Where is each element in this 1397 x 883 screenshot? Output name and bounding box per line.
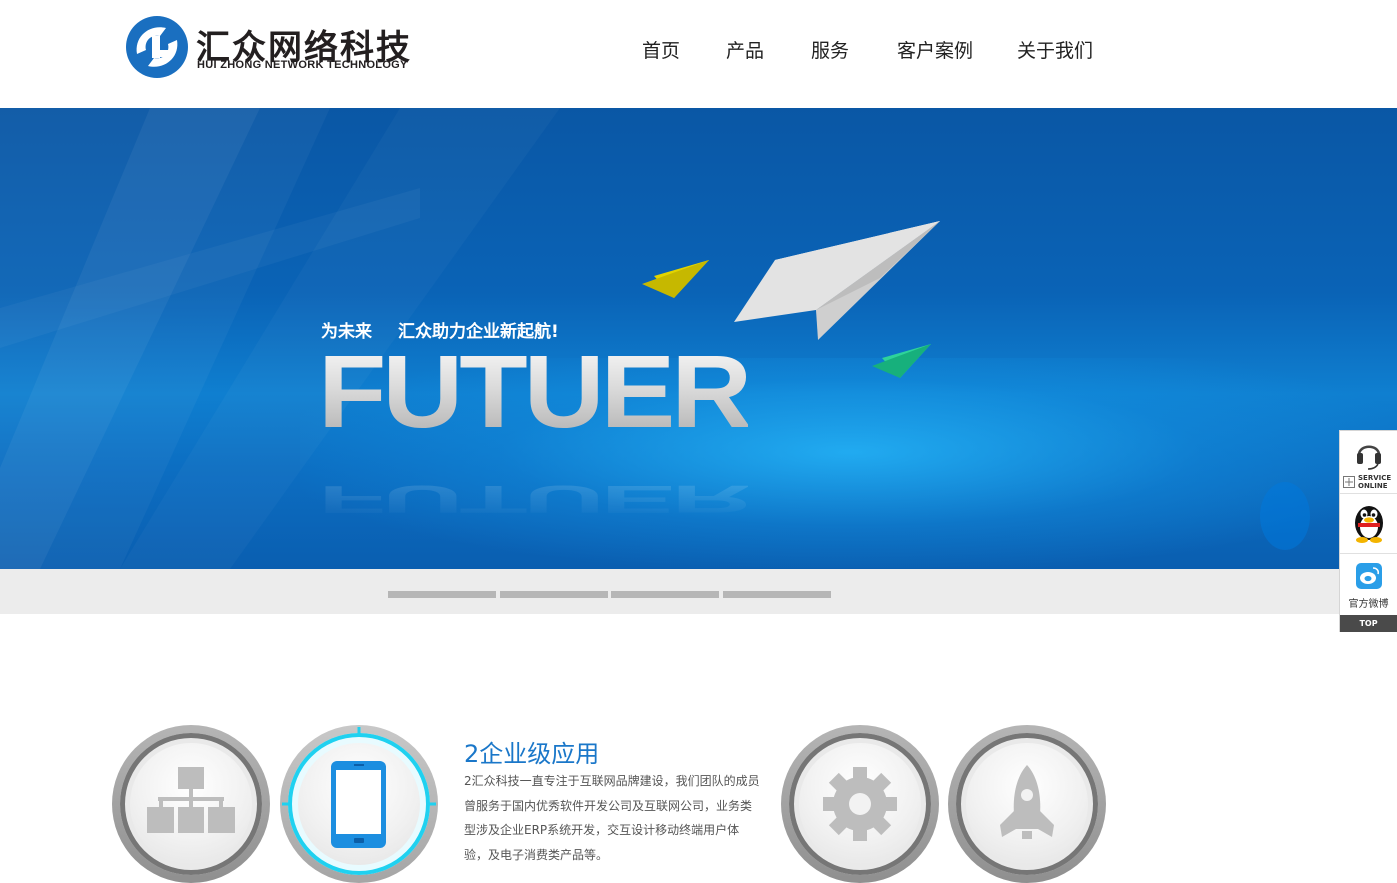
weibo-label: 官方微博 bbox=[1348, 599, 1389, 610]
sitemap-icon bbox=[147, 767, 235, 833]
nav-item-services[interactable]: 服务 bbox=[811, 36, 849, 63]
hero-banner[interactable]: 为未来汇众助力企业新起航! FUTUER FUTUER bbox=[0, 108, 1397, 569]
paper-plane-green-icon bbox=[872, 344, 931, 378]
banner-headline: FUTUER bbox=[318, 333, 752, 449]
plus-box-icon bbox=[1343, 476, 1355, 488]
feature-circle-rocket[interactable] bbox=[948, 725, 1106, 883]
feature-circle-sitemap[interactable] bbox=[112, 725, 270, 883]
paper-plane-yellow-icon bbox=[642, 260, 709, 298]
back-to-top-button[interactable]: TOP bbox=[1340, 615, 1397, 632]
weibo-icon bbox=[1356, 563, 1382, 589]
service-label-line2: ONLINE bbox=[1358, 482, 1388, 490]
feature-description: 2汇众科技一直专注于互联网品牌建设，我们团队的成员曾服务于国内优秀软件开发公司及… bbox=[464, 774, 760, 862]
slider-dot-4[interactable] bbox=[723, 591, 831, 598]
slider-pagination bbox=[0, 569, 1397, 614]
main-nav: 首页 产品 服务 客户案例 关于我们 bbox=[0, 36, 1397, 66]
weibo-button[interactable]: 官方微博 bbox=[1340, 553, 1397, 615]
nav-item-cases[interactable]: 客户案例 bbox=[897, 36, 973, 63]
nav-item-about[interactable]: 关于我们 bbox=[1017, 36, 1093, 63]
service-online-label: SERVICE ONLINE bbox=[1358, 474, 1391, 490]
feature-title: 2企业级应用 bbox=[464, 740, 600, 768]
side-float-panel: SERVICE ONLINE 官方微博 TOP bbox=[1339, 430, 1397, 632]
mobile-phone-icon bbox=[282, 727, 436, 848]
paper-plane-white-icon bbox=[734, 221, 940, 340]
site-header: 汇众网络科技 HUI ZHONG NETWORK TECHNOLOGY 首页 产… bbox=[0, 0, 1397, 108]
rocket-icon bbox=[1000, 765, 1054, 839]
slider-dot-3[interactable] bbox=[611, 591, 719, 598]
nav-item-products[interactable]: 产品 bbox=[726, 36, 764, 63]
banner-headline-reflection: FUTUER bbox=[318, 477, 749, 522]
headset-icon bbox=[1357, 445, 1381, 470]
slider-dot-2[interactable] bbox=[500, 591, 608, 598]
gear-icon bbox=[823, 767, 897, 841]
service-label-line1: SERVICE bbox=[1358, 474, 1392, 482]
feature-circle-mobile[interactable] bbox=[280, 725, 438, 883]
feature-circle-gear[interactable] bbox=[781, 725, 939, 883]
qq-penguin-icon bbox=[1355, 506, 1383, 543]
nav-item-home[interactable]: 首页 bbox=[642, 36, 680, 63]
online-service-button[interactable]: SERVICE ONLINE bbox=[1340, 431, 1397, 494]
qq-contact-button[interactable] bbox=[1340, 493, 1397, 554]
slider-dot-1[interactable] bbox=[388, 591, 496, 598]
